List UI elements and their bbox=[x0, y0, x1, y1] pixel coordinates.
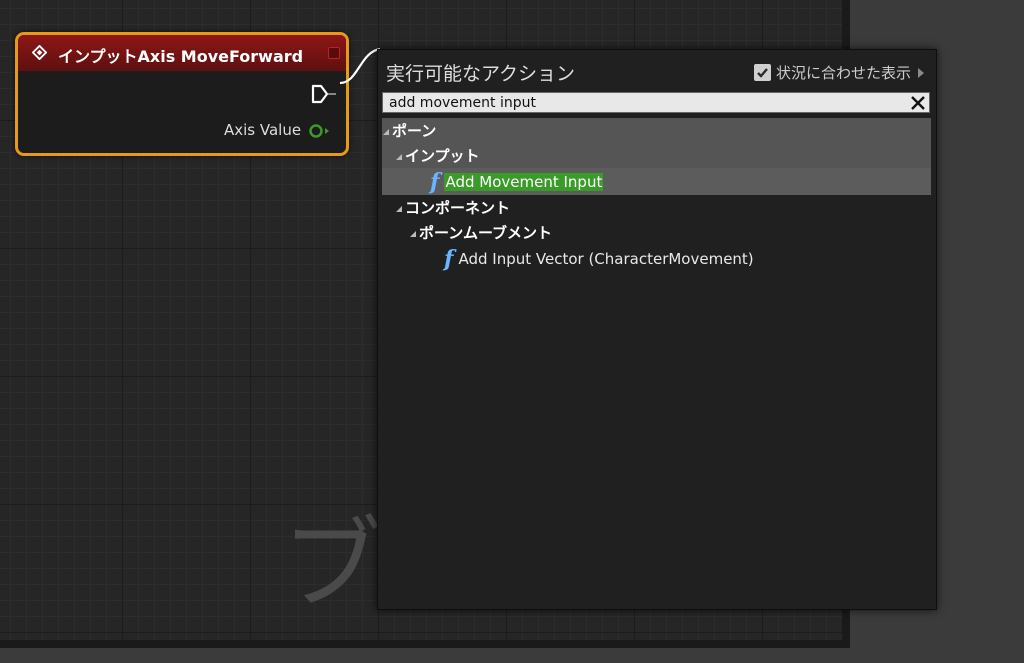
item-label: Add Input Vector (CharacterMovement) bbox=[458, 249, 754, 268]
action-tree: ポーン インプット f Add Movement Input コンポーネント ポ… bbox=[382, 118, 931, 272]
axis-value-label: Axis Value bbox=[224, 121, 302, 139]
popup-title: 実行可能なアクション bbox=[386, 63, 576, 85]
tree-category-pawn-movement[interactable]: ポーンムーブメント bbox=[382, 220, 931, 245]
graph-watermark: ブ bbox=[282, 506, 386, 623]
category-label: ポーンムーブメント bbox=[419, 224, 553, 242]
event-diamond-icon bbox=[32, 45, 47, 60]
category-label: ポーン bbox=[392, 122, 437, 140]
exec-output-pin-icon[interactable] bbox=[310, 84, 338, 104]
context-sensitive-checkbox[interactable] bbox=[753, 64, 771, 81]
category-label: コンポーネント bbox=[405, 199, 511, 217]
function-icon: f bbox=[444, 245, 454, 272]
graph-border bbox=[0, 640, 850, 648]
tree-item-add-movement-input[interactable]: f Add Movement Input bbox=[382, 168, 931, 195]
bottom-strip bbox=[0, 648, 1024, 663]
node-delegate-pin[interactable] bbox=[328, 47, 340, 59]
item-label: Add Movement Input bbox=[444, 172, 604, 191]
checkmark-icon bbox=[757, 68, 768, 78]
collapse-triangle-icon[interactable] bbox=[383, 128, 389, 135]
collapse-triangle-icon[interactable] bbox=[396, 153, 402, 160]
search-box[interactable] bbox=[382, 92, 930, 113]
function-icon: f bbox=[430, 168, 440, 195]
expand-arrow-icon[interactable] bbox=[918, 67, 924, 78]
search-input[interactable] bbox=[389, 93, 889, 112]
node-title: インプットAxis MoveForward bbox=[58, 47, 304, 66]
close-icon[interactable] bbox=[910, 95, 926, 111]
collapse-triangle-icon[interactable] bbox=[410, 230, 416, 237]
input-axis-node[interactable]: インプットAxis MoveForward Axis Value bbox=[15, 32, 349, 156]
category-label: インプット bbox=[405, 147, 480, 165]
tree-category-pawn[interactable]: ポーン bbox=[382, 118, 931, 143]
tree-item-add-input-vector[interactable]: f Add Input Vector (CharacterMovement) bbox=[382, 245, 931, 272]
collapse-triangle-icon[interactable] bbox=[396, 205, 402, 212]
tree-category-input[interactable]: インプット bbox=[382, 143, 931, 168]
context-sensitive-label: 状況に合わせた表示 bbox=[775, 64, 911, 82]
tree-category-component[interactable]: コンポーネント bbox=[382, 195, 931, 220]
float-pin-icon[interactable] bbox=[307, 123, 335, 139]
node-header[interactable]: インプットAxis MoveForward bbox=[18, 35, 346, 71]
action-menu-popup: 実行可能なアクション 状況に合わせた表示 ポーン インプット f Add Mov… bbox=[377, 49, 937, 610]
context-sensitive-toggle[interactable]: 状況に合わせた表示 bbox=[753, 62, 924, 83]
